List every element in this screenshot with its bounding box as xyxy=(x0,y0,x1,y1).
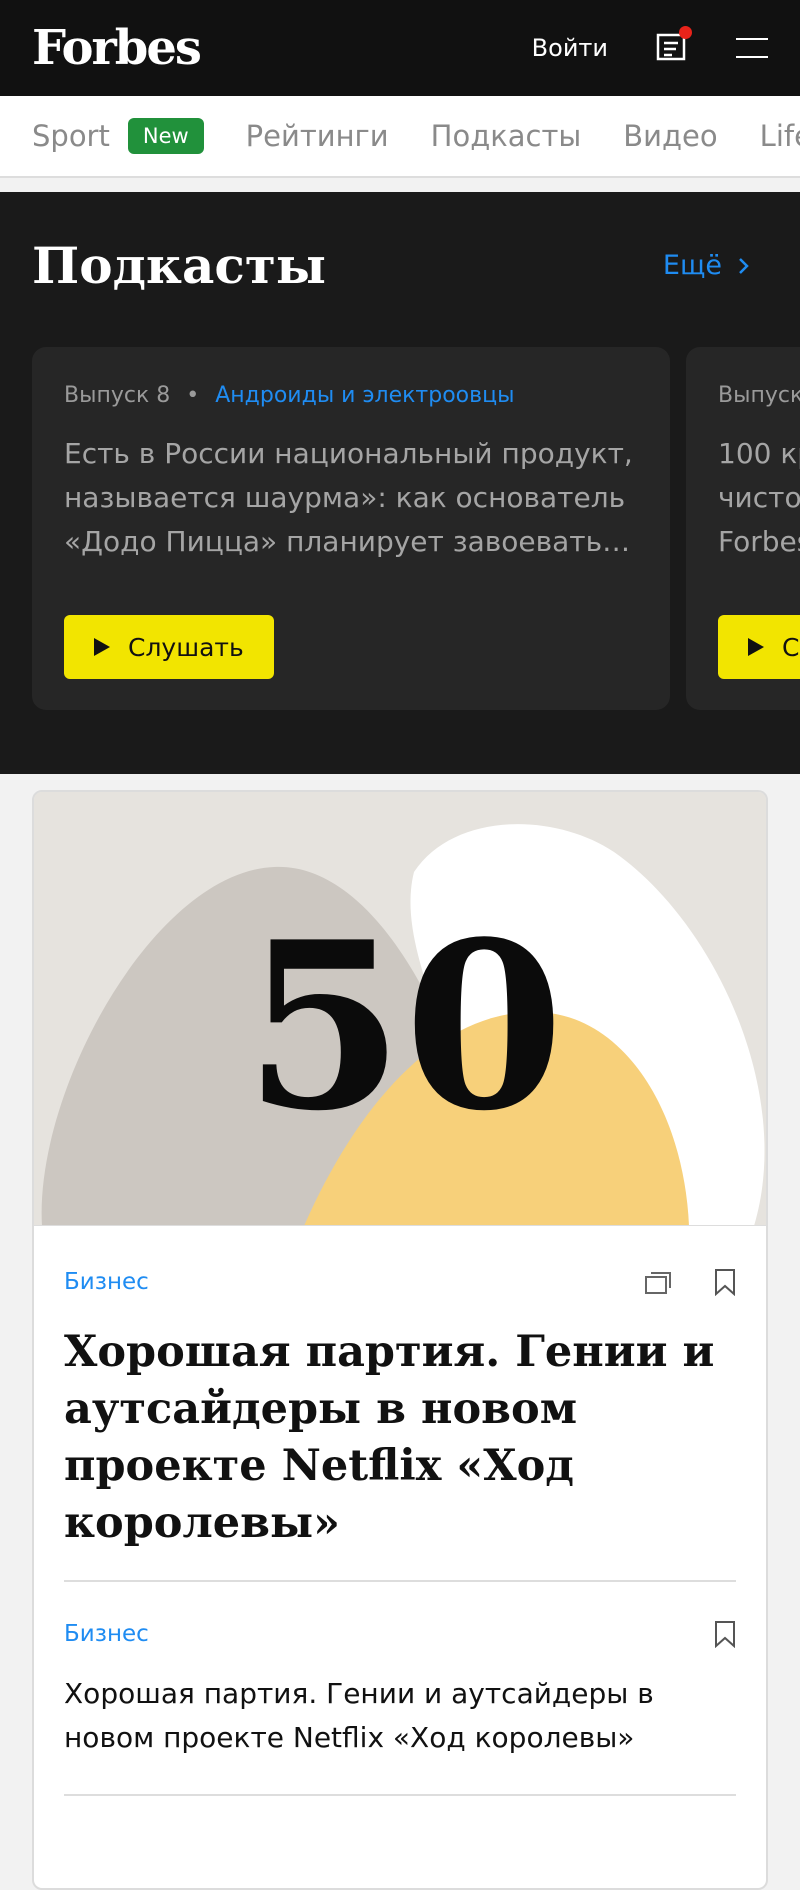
forbes-logo[interactable]: Forbes xyxy=(32,20,202,76)
related-category-link[interactable]: Бизнес xyxy=(64,1621,149,1647)
description-line: Forbes xyxy=(718,525,800,558)
episode-label: Выпуск xyxy=(718,383,800,408)
nav-item-sport[interactable]: Sport New xyxy=(32,118,204,154)
nav-item-ratings[interactable]: Рейтинги xyxy=(246,119,389,153)
chevron-right-icon xyxy=(739,257,749,274)
more-link[interactable]: Ещё xyxy=(663,250,750,281)
podcasts-section: Подкасты Ещё Выпуск 8 • Андроиды и элект… xyxy=(0,192,800,774)
description-line: «Додо Пицца» планирует завоевать… xyxy=(64,525,631,558)
bookmark-icon[interactable] xyxy=(714,1620,736,1648)
article-hero-image[interactable]: 50 xyxy=(34,792,766,1226)
related-line: новом проекте Netflix «Ход королевы» xyxy=(64,1721,635,1754)
top-bar-actions: Войти xyxy=(532,26,768,66)
description-line: Есть в России национальный продукт, xyxy=(64,437,633,470)
play-icon xyxy=(94,638,110,656)
nav-item-label: Sport xyxy=(32,119,110,153)
listen-button[interactable]: Слушать xyxy=(718,615,800,679)
separator-dot: • xyxy=(186,383,200,408)
headline-line: проекте Netflix «Ход xyxy=(64,1441,574,1491)
section-nav: Sport New Рейтинги Подкасты Видео Life xyxy=(0,96,800,178)
listen-label: Слушать xyxy=(128,632,244,662)
listen-label: Слушать xyxy=(782,632,800,662)
podcasts-title: Подкасты xyxy=(32,236,326,295)
news-feed-icon[interactable] xyxy=(654,26,692,66)
description-line: чисто xyxy=(718,481,800,514)
related-line: Хорошая партия. Гении и аутсайдеры в xyxy=(64,1677,654,1710)
headline-line: королевы» xyxy=(64,1498,341,1548)
gallery-icon[interactable] xyxy=(644,1269,674,1295)
nav-item-podcasts[interactable]: Подкасты xyxy=(431,119,582,153)
divider xyxy=(64,1580,736,1582)
hero-number: 50 xyxy=(244,892,564,1162)
bookmark-icon[interactable] xyxy=(714,1268,736,1296)
description-line: 100 кр xyxy=(718,437,800,470)
podcast-description[interactable]: 100 кр чисто Forbes xyxy=(718,432,800,564)
menu-icon[interactable] xyxy=(736,38,768,58)
podcast-topic-link[interactable]: Андроиды и электроовцы xyxy=(215,383,514,408)
top-bar: Forbes Войти xyxy=(0,0,800,96)
podcast-description[interactable]: Есть в России национальный продукт, назы… xyxy=(64,432,638,564)
divider xyxy=(64,1794,736,1796)
headline-line: Хорошая партия. Гении и xyxy=(64,1327,715,1377)
listen-button[interactable]: Слушать xyxy=(64,615,274,679)
podcast-carousel[interactable]: Выпуск 8 • Андроиды и электроовцы Есть в… xyxy=(32,347,800,710)
podcast-card[interactable]: Выпуск 8 • Андроиды и электроовцы Есть в… xyxy=(32,347,670,710)
article-card[interactable]: 50 Бизнес Хорошая партия. Гении и аутсай… xyxy=(32,790,768,1890)
nav-item-video[interactable]: Видео xyxy=(623,119,717,153)
podcast-card[interactable]: Выпуск 100 кр чисто Forbes Слушать xyxy=(686,347,800,710)
description-line: называется шаурма»: как основатель xyxy=(64,481,626,514)
play-icon xyxy=(748,638,764,656)
related-article-title[interactable]: Хорошая партия. Гении и аутсайдеры в нов… xyxy=(64,1672,736,1760)
more-label: Ещё xyxy=(662,250,722,281)
episode-label: Выпуск 8 xyxy=(64,383,171,408)
headline-line: аутсайдеры в новом xyxy=(64,1384,578,1434)
nav-item-life[interactable]: Life xyxy=(760,119,800,153)
notification-dot xyxy=(679,26,692,39)
new-badge: New xyxy=(127,118,204,154)
article-category-link[interactable]: Бизнес xyxy=(64,1269,149,1295)
login-button[interactable]: Войти xyxy=(532,34,608,62)
article-headline[interactable]: Хорошая партия. Гении и аутсайдеры в нов… xyxy=(64,1324,736,1552)
